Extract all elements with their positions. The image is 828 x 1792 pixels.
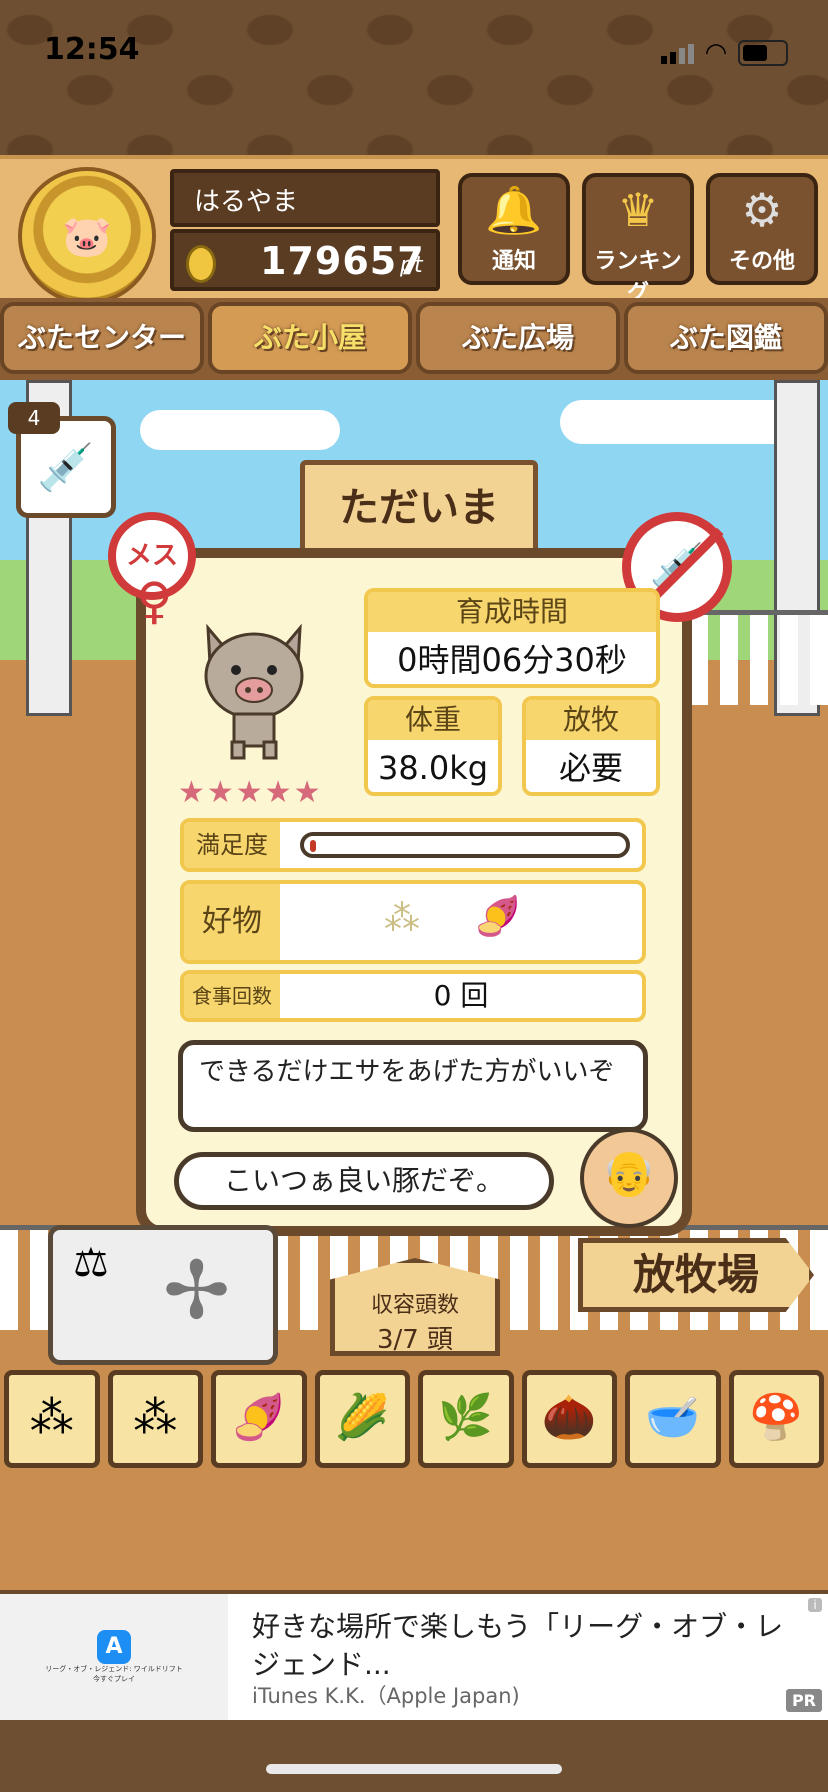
- weight-value: 38.0kg: [377, 749, 489, 787]
- cloud: [140, 410, 340, 450]
- other-label: その他: [728, 249, 795, 274]
- truffle-plate-icon[interactable]: 🍄: [728, 1370, 824, 1468]
- weight-label: 体重: [368, 700, 498, 740]
- top-pattern: [0, 0, 828, 155]
- beans-bowl-icon[interactable]: 🥣: [625, 1370, 721, 1468]
- female-badge: メス: [108, 512, 196, 626]
- ad-pr-badge: PR: [785, 1689, 822, 1712]
- rarity-stars: ★★★★★: [178, 775, 323, 810]
- bottom-pattern: [0, 1720, 828, 1792]
- farmer-avatar: 👴: [580, 1128, 678, 1228]
- header-panel: 🐷 はるやま 179657 pt 🔔 通知 ♛ ランキング ⚙ その他: [0, 155, 828, 306]
- gear-icon: ⚙: [741, 183, 783, 237]
- herb-icon[interactable]: 🌿: [418, 1370, 514, 1468]
- home-indicator[interactable]: [266, 1764, 562, 1774]
- capacity-label: 収容頭数: [370, 1293, 459, 1318]
- ad-banner[interactable]: A リーグ・オブ・レジェンド: ワイルドリフト 今すぐプレイ 好きな場所で楽しも…: [0, 1594, 828, 1720]
- meals-value: 0 回: [433, 979, 489, 1012]
- battery-icon: [738, 40, 788, 66]
- tab-buta-plaza[interactable]: ぶた広場: [416, 302, 620, 374]
- status-bar: 12:54 ◠: [40, 28, 788, 68]
- cloud: [560, 400, 800, 444]
- ad-icon-caption: リーグ・オブ・レジェンド: ワイルドリフト: [45, 1665, 183, 1673]
- fan-icon: ✢: [163, 1244, 231, 1337]
- ad-app-icon-area[interactable]: A リーグ・オブ・レジェンド: ワイルドリフト 今すぐプレイ: [0, 1594, 228, 1720]
- ad-source: iTunes K.K.（Apple Japan): [252, 1684, 520, 1708]
- tab-buta-center[interactable]: ぶたセンター: [0, 302, 204, 374]
- pig-medal-icon[interactable]: 🐷: [18, 167, 156, 305]
- player-name: はるやま: [170, 169, 440, 227]
- advice-bubble: できるだけエサをあげた方がいいぞ: [178, 1040, 648, 1132]
- grazing-label: 放牧: [526, 700, 656, 740]
- syringe-icon: 💉: [37, 440, 95, 494]
- status-icons: ◠: [661, 38, 788, 68]
- scale-icon: ⚖: [73, 1240, 109, 1286]
- grazing-box: 放牧 必要: [522, 696, 660, 796]
- wifi-icon: ◠: [706, 38, 726, 68]
- satisfaction-row: 満足度: [180, 818, 646, 872]
- ranking-button[interactable]: ♛ ランキング: [582, 173, 694, 306]
- app-store-icon: A: [97, 1630, 131, 1664]
- soybean-pile-icon[interactable]: ⁂: [4, 1370, 100, 1468]
- acorn-icon[interactable]: 🌰: [521, 1370, 617, 1468]
- grazing-value: 必要: [558, 749, 623, 787]
- favorite-food-row: 好物 ⁂ 🍠: [180, 880, 646, 964]
- weight-box: 体重 38.0kg: [364, 696, 502, 796]
- meals-row: 食事回数 0 回: [180, 970, 646, 1022]
- comment-bubble: こいつぁ良い豚だぞ。: [174, 1152, 554, 1210]
- coin-icon: [186, 245, 216, 283]
- feeder-machine[interactable]: ⚖ ✢: [48, 1225, 278, 1365]
- sweet-potato-icon[interactable]: 🍠: [211, 1370, 307, 1468]
- satisfaction-bar: [300, 832, 630, 858]
- tab-buta-hut[interactable]: ぶた小屋: [208, 302, 412, 374]
- growth-time-box: 育成時間 0時間06分30秒: [364, 588, 660, 688]
- tab-buta-encyclopedia[interactable]: ぶた図鑑: [624, 302, 828, 374]
- growth-time-label: 育成時間: [368, 592, 656, 632]
- ad-title[interactable]: 好きな場所で楽しもう「リーグ・オブ・レジェンド...: [252, 1608, 792, 1684]
- status-time: 12:54: [44, 32, 140, 67]
- corn-icon[interactable]: 🌽: [314, 1370, 410, 1468]
- ranch-sign[interactable]: 放牧場: [578, 1238, 814, 1312]
- crown-icon: ♛: [617, 183, 659, 237]
- ad-icon-caption2: 今すぐプレイ: [93, 1675, 135, 1683]
- ad-info-icon[interactable]: i: [808, 1598, 822, 1612]
- sweet-potato-icon: 🍠: [474, 894, 522, 938]
- satisfaction-bar-fill: [310, 840, 316, 852]
- favorite-label: 好物: [184, 884, 280, 960]
- capacity-value: 3/7 頭: [376, 1325, 454, 1355]
- meals-label: 食事回数: [184, 974, 280, 1018]
- notification-label: 通知: [491, 249, 536, 274]
- grain-pile-icon[interactable]: ⁂: [107, 1370, 203, 1468]
- points-unit: pt: [400, 253, 423, 278]
- syringe-count: 4: [8, 402, 60, 434]
- growth-time-value: 0時間06分30秒: [397, 641, 627, 679]
- welcome-sign: ただいま: [300, 460, 538, 560]
- soybean-icon: ⁂: [384, 898, 420, 939]
- notification-button[interactable]: 🔔 通知: [458, 173, 570, 285]
- pig-portrait[interactable]: [190, 614, 318, 762]
- signal-icon: [661, 42, 694, 64]
- other-button[interactable]: ⚙ その他: [706, 173, 818, 285]
- nav-tabs: ぶたセンター ぶた小屋 ぶた広場 ぶた図鑑: [0, 298, 828, 380]
- satisfaction-label: 満足度: [184, 822, 280, 868]
- bell-icon: 🔔: [485, 183, 543, 237]
- points-box: 179657 pt: [170, 229, 440, 291]
- food-bar: ⁂ ⁂ 🍠 🌽 🌿 🌰 🥣 🍄: [4, 1370, 824, 1470]
